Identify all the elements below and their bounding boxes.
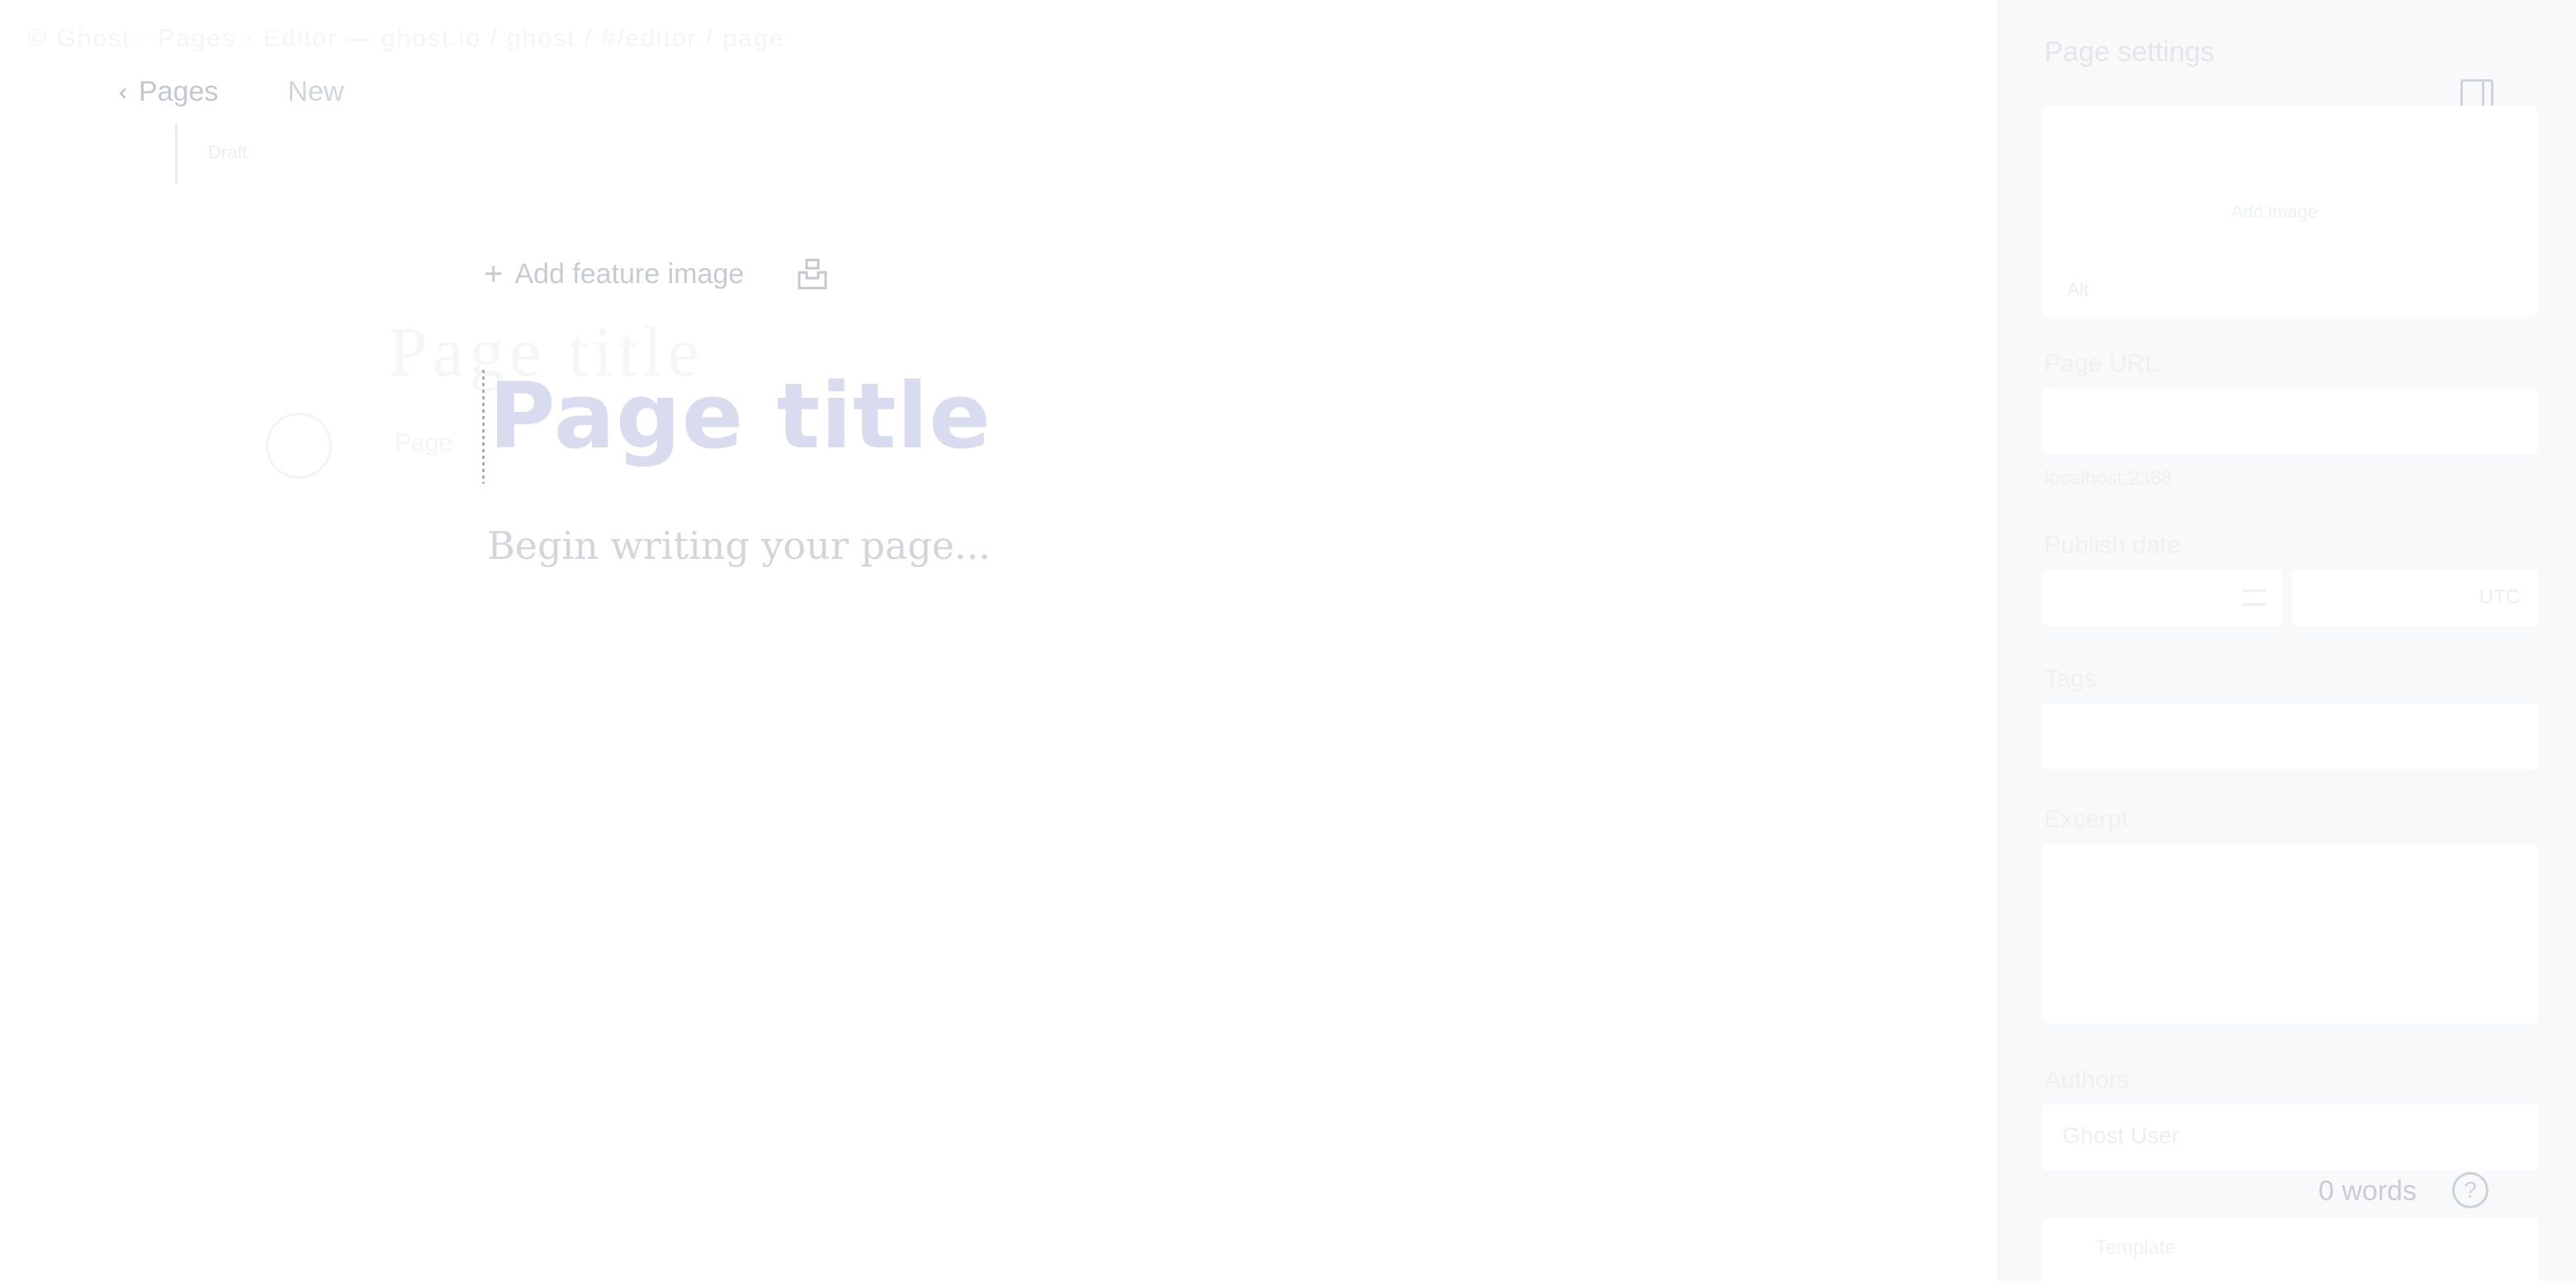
tags-label: Tags xyxy=(2044,665,2097,692)
template-label: Template xyxy=(2095,1236,2176,1259)
authors-label: Authors xyxy=(2044,1066,2130,1094)
settings-panel: Page settings Add image Alt Page URL loc… xyxy=(1998,0,2576,1281)
excerpt-textarea[interactable] xyxy=(2043,844,2538,1023)
sidebar-toggle-icon[interactable] xyxy=(2460,79,2493,109)
page-body-editor[interactable]: Begin writing your page... xyxy=(487,523,991,568)
excerpt-label: Excerpt xyxy=(2044,806,2129,833)
publish-date-label: Publish date xyxy=(2044,532,2181,559)
publish-time-input[interactable]: UTC xyxy=(2292,570,2538,626)
template-select[interactable]: Template xyxy=(2043,1218,2538,1281)
page-title-input[interactable]: Page title xyxy=(489,363,992,469)
unsplash-icon[interactable] xyxy=(797,258,828,290)
panel-title: Page settings xyxy=(2044,36,2215,68)
faint-status-text: Draft xyxy=(208,142,248,163)
feature-image-row: + Add feature image xyxy=(484,258,828,291)
add-feature-image-button[interactable]: + Add feature image xyxy=(484,258,744,291)
question-circle-icon[interactable]: ? xyxy=(2452,1172,2488,1208)
page-url-hint: localhost:2368 xyxy=(2044,467,2172,489)
ghost-circle xyxy=(266,413,332,479)
post-status-label: New xyxy=(287,76,344,107)
plus-icon: + xyxy=(484,256,504,292)
word-count: 0 words xyxy=(2318,1175,2417,1207)
settings-image-upload[interactable]: Add image Alt xyxy=(2043,106,2538,317)
breadcrumb-pages-link[interactable]: Pages xyxy=(139,76,218,108)
breadcrumb: ‹ Pages New xyxy=(119,76,343,108)
tags-input[interactable] xyxy=(2043,703,2538,769)
image-upload-hint: Add image xyxy=(2231,201,2318,222)
image-alt-text: Alt xyxy=(2067,279,2089,300)
ghost-small-text: Page xyxy=(395,429,453,456)
title-caret xyxy=(482,370,485,484)
chevron-left-icon[interactable]: ‹ xyxy=(119,78,127,106)
calendar-icon xyxy=(2242,589,2266,606)
status-divider xyxy=(175,124,178,183)
ghost-url-text: © Ghost · Pages · Editor — ghost.io / gh… xyxy=(28,25,785,52)
publish-date-input[interactable] xyxy=(2043,570,2282,626)
page-url-input[interactable] xyxy=(2043,388,2538,454)
authors-input[interactable]: Ghost User xyxy=(2043,1104,2538,1170)
time-zone-label: UTC xyxy=(2479,586,2520,608)
page-url-label: Page URL xyxy=(2044,350,2159,377)
editor-area: © Ghost · Pages · Editor — ghost.io / gh… xyxy=(0,0,1998,1281)
add-feature-image-label: Add feature image xyxy=(514,258,745,290)
